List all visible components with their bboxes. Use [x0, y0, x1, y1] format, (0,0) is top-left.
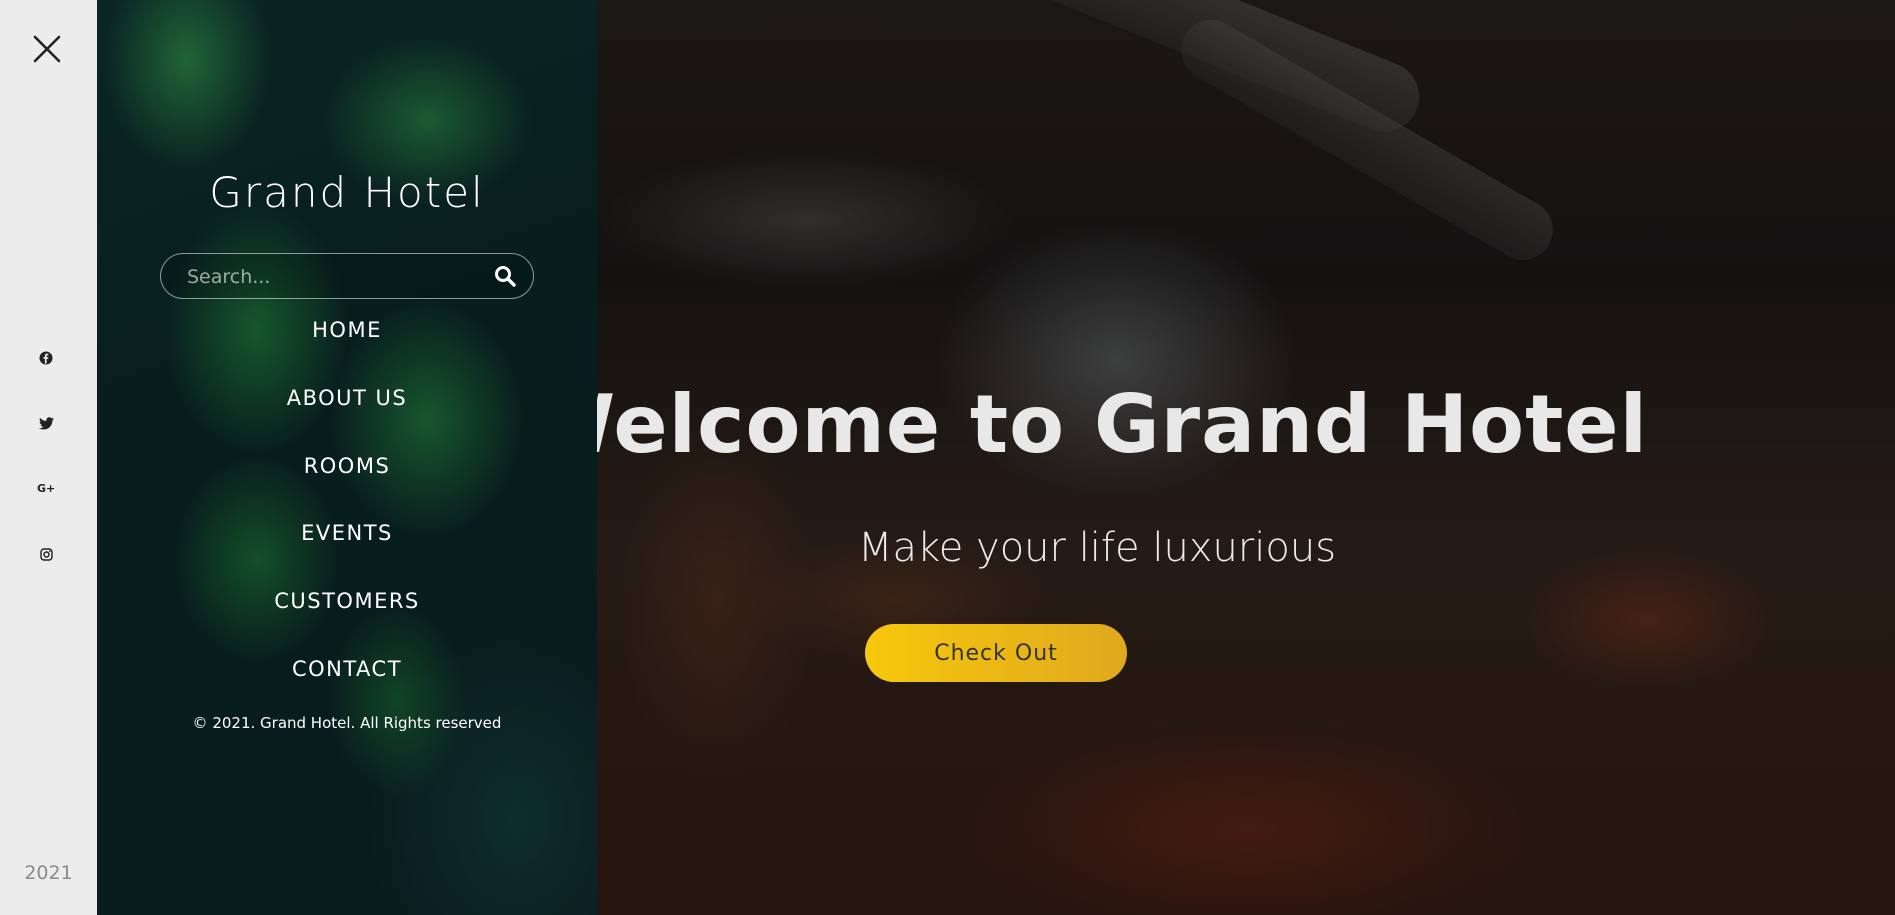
copyright-text: © 2021. Grand Hotel. All Rights reserved	[192, 714, 502, 732]
brand-title: Grand Hotel	[209, 168, 485, 217]
google-plus-icon[interactable]: G+	[34, 476, 58, 500]
close-icon[interactable]	[30, 32, 64, 66]
nav-item-home[interactable]: HOME	[97, 318, 597, 342]
hero-title: Welcome to Grand Hotel	[597, 378, 1648, 471]
svg-text:G+: G+	[37, 482, 55, 494]
nav-item-contact[interactable]: CONTACT	[97, 657, 597, 681]
nav-item-about-us[interactable]: ABOUT US	[97, 386, 597, 410]
facebook-icon[interactable]	[34, 346, 58, 370]
nav-item-events[interactable]: EVENTS	[97, 521, 597, 545]
side-menu-panel: Grand Hotel HOME ABOUT US ROOMS EVENTS C…	[97, 0, 597, 915]
nav-item-customers[interactable]: CUSTOMERS	[97, 589, 597, 613]
left-rail: G+ 2021	[0, 0, 97, 915]
year-label: 2021	[24, 862, 73, 884]
nav-item-rooms[interactable]: ROOMS	[97, 454, 597, 478]
search-input[interactable]	[185, 254, 479, 300]
instagram-icon[interactable]	[34, 542, 58, 566]
twitter-icon[interactable]	[34, 411, 58, 435]
search-icon[interactable]	[493, 264, 517, 288]
search-box	[160, 253, 534, 300]
hero-subtitle: Make your life luxurious	[857, 525, 1337, 571]
check-out-button[interactable]: Check Out	[865, 624, 1127, 682]
hero-section: Welcome to Grand Hotel Make your life lu…	[597, 0, 1895, 915]
